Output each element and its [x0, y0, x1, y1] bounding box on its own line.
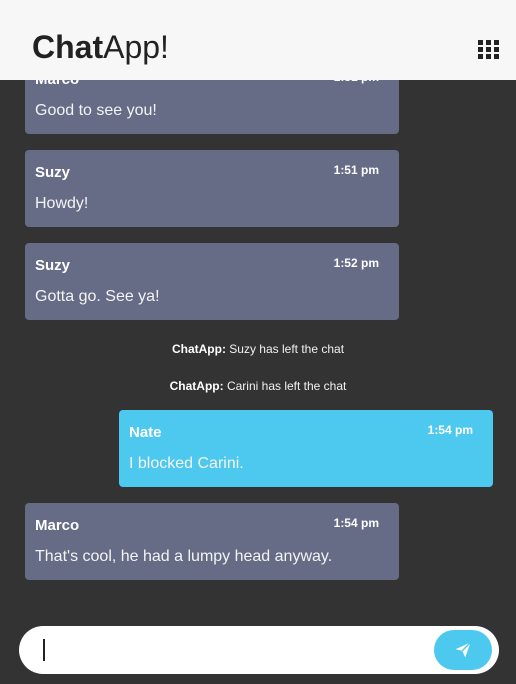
message-author: Nate: [129, 424, 162, 441]
paper-plane-icon: [455, 641, 472, 658]
send-button[interactable]: [434, 630, 492, 670]
message-input[interactable]: [41, 636, 421, 664]
grid-menu-icon[interactable]: [478, 40, 499, 60]
system-sender: ChatApp:: [169, 379, 224, 393]
message-time: 1:52 pm: [333, 256, 379, 270]
system-text: Suzy has left the chat: [229, 342, 345, 356]
chat-message: Suzy 1:51 pm Howdy!: [25, 150, 399, 227]
system-sender: ChatApp:: [171, 342, 226, 356]
chat-message: Marco 1:54 pm That's cool, he had a lump…: [25, 503, 399, 580]
chat-message-self: Nate 1:54 pm I blocked Carini.: [119, 410, 493, 487]
system-message: ChatApp: Carini has left the chat: [0, 379, 516, 393]
app-header: ChatApp!: [0, 0, 516, 80]
message-composer: [19, 626, 499, 674]
message-text: That's cool, he had a lumpy head anyway.: [35, 548, 333, 565]
message-text: I blocked Carini.: [129, 455, 244, 472]
chat-message: Suzy 1:52 pm Gotta go. See ya!: [25, 243, 399, 320]
chat-app: Marco 1:51 pm Good to see you! Suzy 1:51…: [0, 0, 516, 684]
message-text: Howdy!: [35, 195, 89, 212]
app-logo: ChatApp!: [32, 28, 169, 66]
system-text: Carini has left the chat: [226, 379, 347, 393]
logo-bold: Chat: [32, 29, 104, 65]
system-message: ChatApp: Suzy has left the chat: [0, 342, 516, 356]
message-time: 1:51 pm: [333, 163, 379, 177]
message-text: Good to see you!: [35, 102, 157, 119]
message-time: 1:54 pm: [427, 423, 473, 437]
message-author: Marco: [35, 517, 80, 534]
message-author: Suzy: [35, 164, 71, 181]
text-caret: [43, 639, 45, 661]
logo-light: App!: [103, 29, 169, 65]
message-author: Suzy: [35, 257, 71, 274]
message-text: Gotta go. See ya!: [35, 288, 160, 305]
message-time: 1:54 pm: [333, 516, 379, 530]
